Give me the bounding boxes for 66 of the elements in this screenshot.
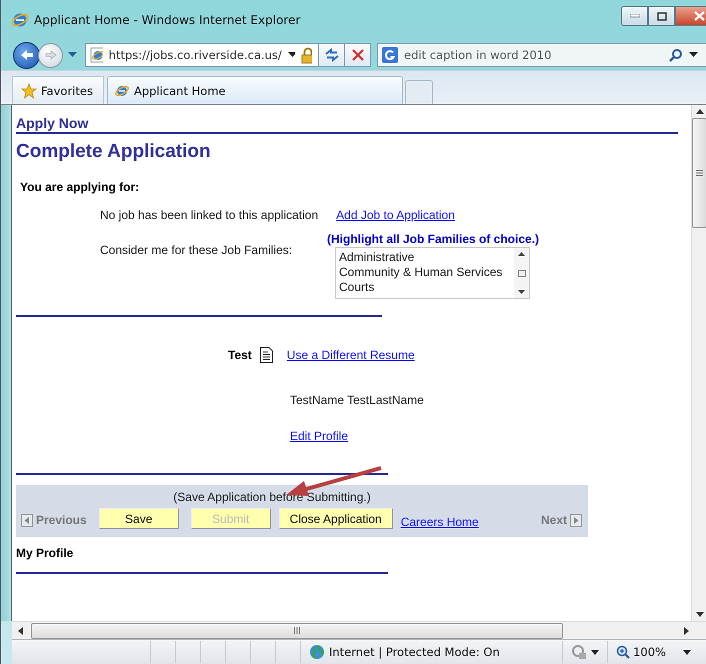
history-caret-icon[interactable] — [68, 52, 77, 58]
edit-profile-link[interactable]: Edit Profile — [290, 429, 348, 443]
action-button[interactable]: Close Application — [278, 508, 393, 529]
vertical-scrollbar[interactable] — [691, 105, 706, 621]
address-url: https://jobs.co.riverside.ca.us/ — [108, 48, 282, 62]
document-icon — [260, 347, 273, 363]
minimize-button[interactable] — [621, 6, 648, 26]
grip-icon[interactable] — [696, 170, 703, 176]
back-arrow-icon — [20, 49, 34, 61]
search-provider-icon — [382, 47, 398, 63]
zoom-control[interactable]: 100% — [607, 641, 706, 663]
breadcrumb: Apply Now — [16, 115, 90, 131]
profile-name: TestName TestLastName — [290, 393, 425, 407]
job-families-listbox[interactable]: Administrative Community & Human Services Courts — [335, 247, 530, 299]
lock-icon[interactable] — [300, 46, 312, 64]
refresh-icon — [324, 48, 340, 62]
job-family-option[interactable]: Administrative — [339, 250, 514, 265]
search-query: edit caption in word 2010 — [404, 48, 552, 62]
zoom-icon — [616, 645, 630, 659]
horizontal-scrollbar[interactable] — [12, 621, 706, 639]
caret-icon[interactable] — [689, 52, 698, 58]
page-icon — [90, 47, 103, 63]
add-job-link[interactable]: Add Job to Application — [336, 208, 455, 222]
refresh-button[interactable] — [319, 43, 345, 67]
maximize-button[interactable] — [648, 6, 675, 26]
stop-button[interactable] — [345, 43, 371, 67]
section-label: My Profile — [16, 546, 74, 560]
search-icon[interactable] — [669, 48, 683, 62]
security-zone-text: Internet | Protected Mode: On — [329, 645, 500, 659]
list-scrollbar[interactable] — [514, 248, 529, 298]
scroll-thumb-icon[interactable] — [518, 270, 526, 276]
star-icon — [21, 82, 37, 98]
different-resume-link[interactable]: Use a Different Resume — [286, 348, 415, 362]
caret-icon[interactable] — [288, 52, 295, 58]
scroll-down-icon[interactable] — [518, 290, 525, 294]
scroll-down-icon[interactable] — [696, 612, 704, 617]
browser-logo-icon — [11, 11, 29, 29]
resume-name: Test — [228, 348, 252, 362]
forward-arrow-icon — [44, 50, 56, 60]
window-title: Applicant Home - Windows Internet Explorer — [34, 13, 300, 27]
back-button[interactable] — [13, 42, 40, 68]
minimize-icon — [630, 14, 640, 18]
scroll-up-icon[interactable] — [518, 252, 525, 256]
careers-home-link[interactable]: Careers Home — [400, 515, 479, 529]
favorites-button[interactable]: Favorites — [12, 76, 104, 104]
close-icon — [694, 11, 704, 21]
search-field[interactable]: edit caption in word 2010 — [377, 43, 706, 67]
stop-icon — [352, 49, 364, 61]
page-heading: Complete Application — [16, 141, 212, 163]
caret-icon — [683, 650, 691, 654]
globe-icon — [309, 644, 325, 660]
job-families-label: Consider me for these Job Families: — [100, 243, 294, 259]
caret-icon[interactable] — [591, 650, 600, 654]
grip-icon[interactable] — [294, 627, 300, 634]
action-button[interactable]: Save — [98, 508, 179, 529]
job-family-option[interactable]: Community & Human Services — [339, 265, 514, 280]
maximize-icon — [656, 12, 666, 20]
browser-tab[interactable]: Applicant Home — [106, 76, 403, 104]
job-family-option[interactable]: Courts — [339, 280, 514, 295]
scroll-right-icon[interactable] — [684, 626, 689, 634]
scroll-up-icon[interactable] — [696, 109, 704, 114]
job-status-text: No job has been linked to this application — [100, 208, 318, 222]
address-field[interactable]: https://jobs.co.riverside.ca.us/ — [85, 43, 319, 67]
section-label: You are applying for: — [20, 180, 140, 194]
scroll-left-icon[interactable] — [18, 626, 23, 634]
job-families-hint: (Highlight all Job Families of choice.) — [327, 232, 540, 246]
